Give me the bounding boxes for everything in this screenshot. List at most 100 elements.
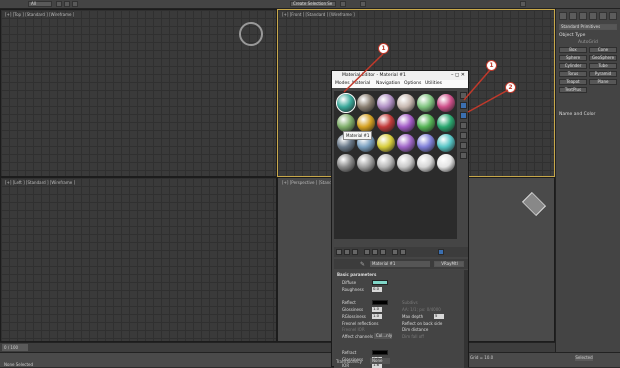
object-type-header[interactable]: Object Type [559,33,585,38]
pyramid-button[interactable]: Pyramid [589,71,617,77]
viewport-top[interactable]: [+] [Top ] [Standard ] [Wireframe ] [0,9,277,177]
command-panel: Standard Primitives Object Type AutoGrid… [555,9,620,367]
roughness-value[interactable]: 0.0 [372,287,382,292]
rotate-icon[interactable] [72,1,78,7]
viewport-left[interactable]: [+] [Left ] [Standard ] [Wireframe ] [0,177,277,342]
render-icon[interactable] [520,1,526,7]
basic-parameters-rollout: Basic parameters Diffuse Roughness 0.0 R… [334,270,464,368]
rglossiness-label: RGlossiness [342,314,366,319]
reflect-color-swatch[interactable] [372,300,388,305]
eyedropper-icon[interactable]: ✎ [360,261,365,268]
options-icon[interactable] [460,152,467,159]
material-slot[interactable] [337,154,355,172]
select-icon[interactable] [56,1,62,7]
refract-label: Refract [342,350,357,355]
copy-material-icon[interactable] [372,249,378,255]
cylinder-button[interactable]: Cylinder [559,63,587,69]
viewport-label[interactable]: [+] [Front ] [Standard ] [Wireframe ] [282,12,355,17]
max-depth-value[interactable]: 5 [434,314,444,319]
callout-arrows [343,53,509,113]
teapot-button[interactable]: Teapot [559,79,587,85]
video-color-check-icon[interactable] [460,132,467,139]
motion-tab-icon[interactable] [589,12,597,20]
get-material-icon[interactable] [336,249,342,255]
dim-falloff-label: Dim fall off [402,334,424,339]
time-slider[interactable]: 0 / 100 [2,344,28,351]
callout-arrow [463,69,491,101]
fresnel-ior-label: Fresnel IOR [342,327,365,332]
translucency-dropdown[interactable]: None [370,358,390,364]
material-slot[interactable] [437,134,455,152]
diffuse-color-swatch[interactable] [372,280,388,285]
material-slot[interactable] [377,134,395,152]
material-name-row: ✎ Material #1 VRayMtl [334,259,468,269]
selection-status: None Selected [4,362,34,367]
diffuse-label: Diffuse [342,280,357,285]
utilities-tab-icon[interactable] [609,12,617,20]
rglossiness-value[interactable]: 1.0 [372,314,382,319]
uv-tiling-icon[interactable] [460,122,467,129]
callout-arrow [467,89,509,113]
translucency-label: Translucency [336,359,362,364]
reset-map-icon[interactable] [364,249,370,255]
material-slot[interactable] [417,134,435,152]
modify-tab-icon[interactable] [569,12,577,20]
create-tab-icon[interactable] [559,12,567,20]
status-bar: None Selected Grid = 10.0 Selected [0,352,620,367]
callout-arrow [343,53,384,93]
material-editor-icon[interactable] [360,1,366,7]
put-to-scene-icon[interactable] [344,249,350,255]
category-dropdown[interactable]: Standard Primitives [559,24,617,30]
selected-dropdown[interactable]: Selected [575,355,593,361]
textplus-button[interactable]: TextPlus [559,87,587,93]
hierarchy-tab-icon[interactable] [579,12,587,20]
selection-filter-dropdown[interactable]: All [28,1,52,7]
move-icon[interactable] [64,1,70,7]
box-button[interactable]: Box [559,47,587,53]
scrollbar[interactable] [464,270,468,368]
material-slot[interactable] [397,134,415,152]
dim-distance-checkbox[interactable]: Dim distance [402,327,428,332]
viewcube-icon[interactable] [239,22,263,46]
back-side-checkbox[interactable]: Reflect on back side [402,321,442,326]
material-slot[interactable] [397,154,415,172]
material-slot[interactable] [357,154,375,172]
aa-label: AA: 1/1; px: 0/4000 [402,307,441,312]
material-toolbar [334,247,468,257]
name-color-header[interactable]: Name and Color [559,112,595,117]
render-setup-icon[interactable] [340,1,346,7]
tube-button[interactable]: Tube [589,63,617,69]
fresnel-checkbox[interactable]: Fresnel reflections [342,321,378,326]
autogrid-label[interactable]: AutoGrid [578,40,598,45]
viewcube-icon[interactable] [521,191,547,217]
basic-params-header[interactable]: Basic parameters [337,272,376,277]
go-to-parent-icon[interactable] [438,249,444,255]
make-preview-icon[interactable] [460,142,467,149]
glossiness-value[interactable]: 1.0 [372,307,382,312]
viewport-label[interactable]: [+] [Left ] [Standard ] [Wireframe ] [5,180,75,185]
material-slot[interactable] [437,154,455,172]
make-unique-icon[interactable] [380,249,386,255]
material-slot[interactable] [417,154,435,172]
material-name-input[interactable]: Material #1 [370,261,430,267]
main-toolbar: All Create Selection Se [0,0,620,9]
show-map-icon[interactable] [392,249,398,255]
geosphere-button[interactable]: GeoSphere [589,55,617,61]
named-selection-input[interactable]: Create Selection Se [290,1,336,7]
material-type-button[interactable]: VRayMtl [434,261,464,267]
refract-color-swatch[interactable] [372,350,388,355]
torus-button[interactable]: Torus [559,71,587,77]
plane-button[interactable]: Plane [589,79,617,85]
show-end-result-icon[interactable] [400,249,406,255]
material-slot[interactable] [377,154,395,172]
viewport-label[interactable]: [+] [Top ] [Standard ] [Wireframe ] [5,12,74,17]
display-tab-icon[interactable] [599,12,607,20]
max-depth-label: Max depth [402,314,424,319]
affect-channels-dropdown[interactable]: Col...nly [374,333,392,339]
glossiness-label: Glossiness [342,307,364,312]
slot-tooltip: Material #1 [343,131,373,140]
sphere-button[interactable]: Sphere [559,55,587,61]
cone-button[interactable]: Cone [589,47,617,53]
assign-to-selection-icon[interactable] [352,249,358,255]
timeline[interactable]: 0 / 100 [0,342,555,352]
